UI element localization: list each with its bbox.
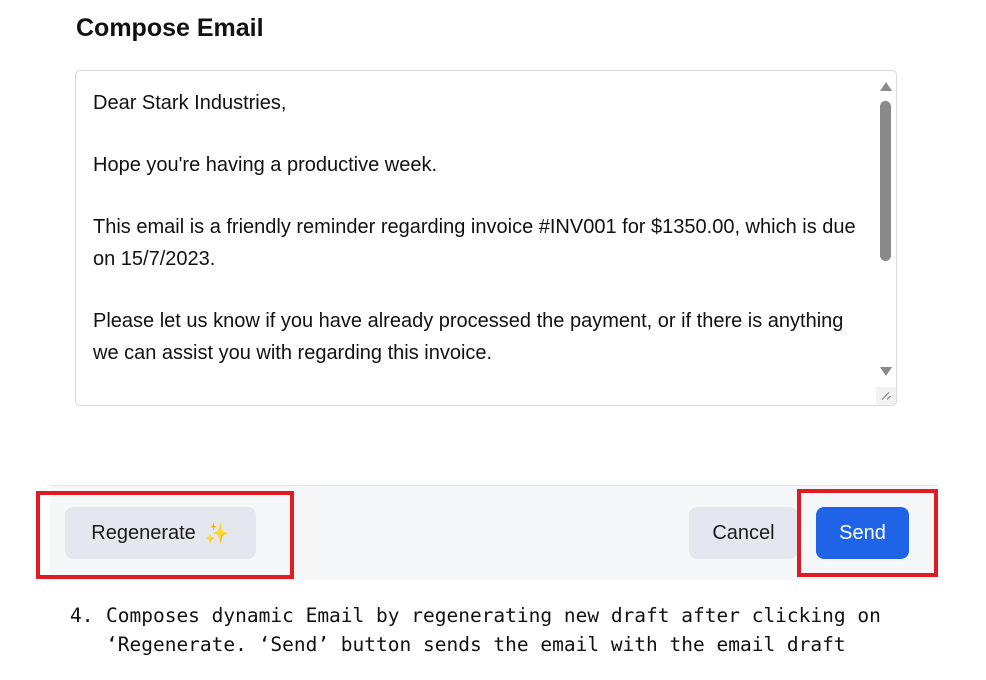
vertical-scrollbar[interactable] bbox=[874, 71, 896, 389]
email-paragraph-greeting: Dear Stark Industries, bbox=[93, 92, 287, 114]
regenerate-highlight-box bbox=[36, 491, 294, 579]
page-title: Compose Email bbox=[76, 14, 264, 42]
scroll-up-arrow-icon[interactable] bbox=[880, 82, 892, 91]
scroll-down-arrow-icon[interactable] bbox=[880, 367, 892, 376]
email-paragraph-intro: Hope you're having a productive week. bbox=[93, 154, 438, 176]
step-number: 4. bbox=[70, 604, 94, 627]
resize-handle-icon[interactable] bbox=[876, 387, 896, 405]
scroll-thumb[interactable] bbox=[880, 101, 891, 261]
email-body-textarea[interactable]: Dear Stark Industries, Hope you're havin… bbox=[75, 70, 897, 406]
step-description: Composes dynamic Email by regenerating n… bbox=[106, 604, 881, 656]
email-paragraph-request: Please let us know if you have already p… bbox=[93, 310, 844, 364]
email-paragraph-reminder: This email is a friendly reminder regard… bbox=[93, 216, 856, 270]
email-body-text[interactable]: Dear Stark Industries, Hope you're havin… bbox=[93, 87, 863, 399]
cancel-button[interactable]: Cancel bbox=[689, 507, 798, 559]
send-highlight-box bbox=[797, 489, 938, 577]
